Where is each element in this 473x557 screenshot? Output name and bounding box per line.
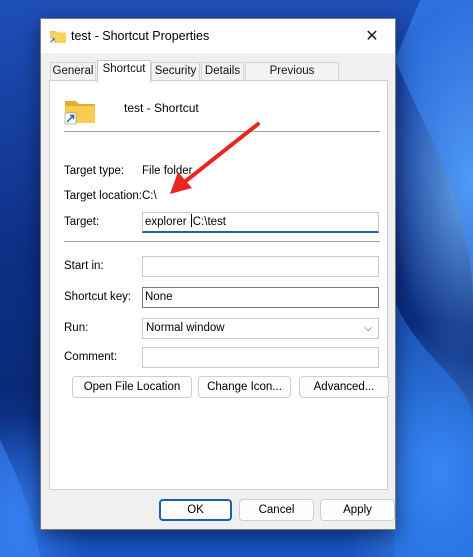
tab-general[interactable]: General: [50, 62, 96, 81]
apply-button[interactable]: Apply: [320, 499, 395, 521]
separator-middle: [64, 241, 380, 242]
title-bar: test - Shortcut Properties ✕: [41, 19, 395, 53]
change-icon-button[interactable]: Change Icon...: [198, 376, 291, 398]
advanced-button[interactable]: Advanced...: [299, 376, 389, 398]
comment-input[interactable]: [142, 347, 379, 368]
target-label: Target:: [64, 216, 100, 228]
target-location-value: C:\: [142, 190, 157, 202]
target-type-label: Target type:: [64, 165, 125, 177]
target-type-value: File folder: [142, 165, 193, 177]
run-selected-value: Normal window: [146, 322, 225, 334]
shortcut-name: test - Shortcut: [124, 101, 199, 115]
run-label: Run:: [64, 322, 89, 334]
open-file-location-button[interactable]: Open File Location: [72, 376, 192, 398]
comment-label: Comment:: [64, 351, 118, 363]
chevron-down-icon: ⌵: [364, 323, 372, 334]
ok-button[interactable]: OK: [159, 499, 232, 521]
start-in-input[interactable]: [142, 256, 379, 277]
shortcut-key-input[interactable]: None: [142, 287, 379, 308]
shortcut-key-label: Shortcut key:: [64, 291, 132, 303]
tab-previous-versions[interactable]: Previous Versions: [245, 62, 339, 94]
close-icon: ✕: [365, 28, 379, 45]
target-input[interactable]: explorer C:\test: [142, 212, 379, 233]
target-location-label: Target location:: [64, 190, 142, 202]
start-in-label: Start in:: [64, 260, 104, 272]
window-title: test - Shortcut Properties: [71, 29, 210, 43]
tab-details[interactable]: Details: [201, 62, 244, 81]
shortcut-tab-panel: test - Shortcut Target type: File folder…: [49, 80, 389, 490]
target-text-before-caret: explorer: [145, 216, 190, 228]
text-caret: [190, 214, 192, 227]
tab-security[interactable]: Security: [151, 62, 200, 81]
folder-shortcut-icon: [50, 31, 66, 43]
close-button[interactable]: ✕: [349, 19, 395, 53]
target-text-after-caret: C:\test: [192, 216, 226, 228]
cancel-button[interactable]: Cancel: [239, 499, 314, 521]
shortcut-properties-dialog: test - Shortcut Properties ✕ General Sho…: [40, 18, 396, 530]
separator-top: [64, 131, 380, 132]
folder-shortcut-large-icon: [64, 101, 95, 125]
run-select[interactable]: Normal window ⌵: [142, 318, 379, 339]
tab-shortcut[interactable]: Shortcut: [97, 60, 151, 82]
